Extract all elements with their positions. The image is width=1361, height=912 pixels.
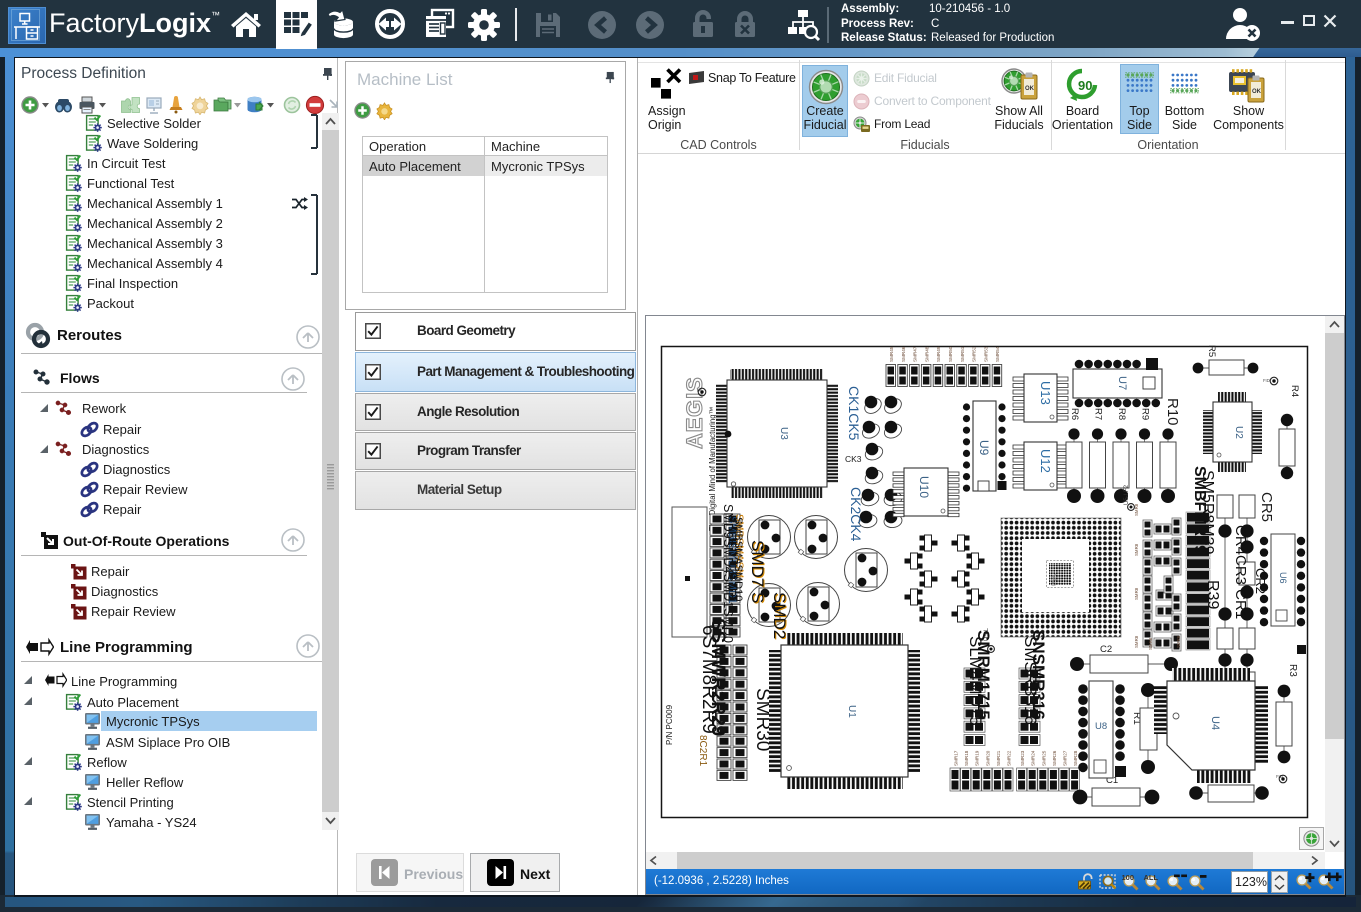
svg-text:U12: U12 (1038, 449, 1053, 473)
svg-text:CK1CK5: CK1CK5 (846, 386, 862, 441)
svg-text:SMR8: SMR8 (1134, 587, 1139, 600)
svg-text:SMR8: SMR8 (1176, 635, 1181, 648)
svg-text:U2: U2 (1233, 426, 1244, 439)
svg-text:SMR8: SMR8 (1148, 637, 1153, 650)
svg-text:CK3: CK3 (845, 454, 862, 464)
svg-text:SMR45: SMR45 (889, 346, 894, 362)
svg-text:SMR18: SMR18 (964, 750, 969, 766)
svg-text:R6: R6 (1069, 408, 1080, 420)
svg-text:SMR54: SMR54 (995, 346, 1000, 362)
svg-text:SMBSMASMD10: SMBSMASMD10 (732, 517, 744, 601)
svg-text:8C2R1: 8C2R1 (697, 735, 708, 767)
svg-text:FID: FID (1263, 378, 1270, 383)
svg-text:SMR52: SMR52 (972, 346, 977, 362)
svg-text:OK: OK (1252, 89, 1262, 95)
svg-text:SMR23: SMR23 (1020, 750, 1025, 766)
svg-text:SMD2: SMD2 (770, 592, 789, 639)
svg-text:U7: U7 (1116, 376, 1128, 390)
svg-text:SM5R8M39: SM5R8M39 (1199, 470, 1216, 555)
svg-text:R5: R5 (1206, 345, 1217, 357)
svg-text:U13: U13 (1038, 381, 1053, 405)
svg-text:6S7M8R2R9: 6S7M8R2R9 (698, 625, 719, 734)
svg-text:U5A: U5A (1052, 574, 1058, 586)
svg-text:SMR51: SMR51 (960, 346, 965, 362)
svg-text:SMR28: SMR28 (1073, 750, 1078, 766)
svg-text:100: 100 (1122, 873, 1135, 882)
svg-text:P/N PC009: P/N PC009 (665, 704, 674, 745)
svg-text:ALL: ALL (1144, 873, 1159, 882)
svg-text:R8: R8 (1116, 408, 1127, 420)
svg-text:R4: R4 (1289, 385, 1300, 397)
svg-text:SMR21: SMR21 (996, 750, 1001, 766)
svg-text:U8: U8 (1095, 721, 1107, 732)
svg-text:SMR46: SMR46 (901, 346, 906, 362)
svg-text:U6: U6 (1278, 572, 1288, 584)
svg-text:SMR24: SMR24 (1031, 750, 1036, 766)
svg-text:SMR47: SMR47 (913, 346, 918, 362)
svg-text:OK: OK (1025, 86, 1035, 92)
svg-text:C2: C2 (1100, 644, 1112, 655)
svg-text:U10: U10 (917, 476, 931, 498)
svg-text:SMR27: SMR27 (1063, 750, 1068, 766)
svg-text:R10: R10 (1164, 398, 1181, 426)
svg-text:U4: U4 (1209, 716, 1221, 730)
svg-text:U1: U1 (846, 705, 857, 718)
svg-text:SMR8: SMR8 (1134, 543, 1139, 556)
svg-text:SMR26: SMR26 (1052, 750, 1057, 766)
svg-text:U5-LF2: U5-LF2 (1124, 484, 1130, 505)
svg-text:SMSRB316: SMSRB316 (1021, 636, 1040, 725)
svg-text:SLM4MD75: SLM4MD75 (966, 636, 985, 726)
svg-text:U9: U9 (977, 440, 991, 456)
svg-text:The Digital Mind of Manufactur: The Digital Mind of Manufacturing™ (708, 407, 717, 531)
svg-text:R39: R39 (1204, 580, 1221, 609)
svg-text:SMR48: SMR48 (924, 346, 929, 362)
svg-text:SMR8: SMR8 (1134, 635, 1139, 648)
svg-text:R3: R3 (1287, 664, 1298, 677)
svg-text:AEGIS: AEGIS (682, 377, 707, 449)
svg-text:CR4CR3 CR1: CR4CR3 CR1 (1232, 525, 1249, 619)
svg-text:SMR22: SMR22 (1007, 750, 1012, 766)
svg-text:SMR8: SMR8 (1134, 503, 1139, 516)
svg-text:SMR49: SMR49 (936, 346, 941, 362)
svg-text:SMR17: SMR17 (954, 750, 959, 766)
svg-text:U3: U3 (778, 427, 789, 440)
svg-text:SMR19: SMR19 (975, 750, 980, 766)
svg-text:CR5: CR5 (1258, 492, 1275, 522)
svg-text:90: 90 (1078, 78, 1092, 93)
svg-text:R9: R9 (1140, 408, 1151, 420)
svg-text:SMR50: SMR50 (948, 346, 953, 362)
svg-text:SMR25: SMR25 (1041, 750, 1046, 766)
svg-text:SMR53: SMR53 (983, 346, 988, 362)
svg-text:R7: R7 (1093, 408, 1104, 420)
svg-text:SMD7 S: SMD7 S (748, 540, 767, 603)
svg-text:CK2CK4: CK2CK4 (848, 487, 864, 542)
svg-text:SMR20: SMR20 (985, 750, 990, 766)
